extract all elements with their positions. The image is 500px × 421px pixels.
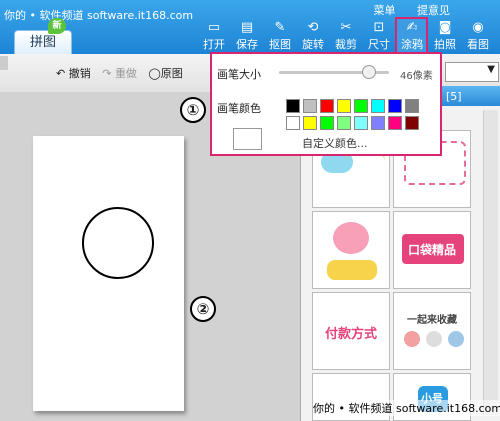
crop-icon: ✂ — [340, 20, 352, 35]
face-icon — [448, 331, 464, 347]
edit-actions: ↶ 撤销 ↷ 重做 ◯原图 — [56, 65, 191, 81]
face-icon — [426, 331, 442, 347]
category-select[interactable]: ▼ — [445, 62, 499, 82]
color-swatch[interactable] — [388, 99, 402, 113]
sticker-count: [5] — [446, 90, 462, 103]
redo-button[interactable]: ↷ 重做 — [102, 65, 137, 81]
undo-button[interactable]: ↶ 撤销 — [56, 65, 91, 81]
sticker-item[interactable]: 付款方式 — [312, 292, 390, 370]
color-swatch[interactable] — [354, 116, 368, 130]
save-button[interactable]: ▤ 保存 — [232, 20, 262, 52]
panel-handle[interactable] — [0, 56, 8, 70]
drawn-circle — [82, 207, 154, 279]
feedback-link[interactable]: 提意见 — [417, 4, 450, 17]
open-icon: ▭ — [207, 20, 221, 35]
original-button[interactable]: ◯原图 — [148, 65, 182, 81]
pig-face — [333, 222, 369, 254]
menu-link[interactable]: 菜单 — [374, 4, 396, 17]
color-swatch[interactable] — [371, 99, 385, 113]
color-swatch[interactable] — [337, 116, 351, 130]
color-preview — [233, 128, 262, 150]
camera-button[interactable]: ◙ 拍照 — [430, 20, 460, 52]
brush-size-label: 画笔大小 — [217, 68, 261, 81]
color-swatch[interactable] — [286, 99, 300, 113]
color-swatch[interactable] — [303, 116, 317, 130]
face-icon — [404, 331, 420, 347]
view-icon: ◉ — [472, 20, 484, 35]
color-swatch[interactable] — [388, 116, 402, 130]
redo-icon: ↷ — [102, 67, 112, 80]
resize-icon: ⊡ — [373, 20, 385, 35]
radio-icon: ◯ — [148, 67, 161, 80]
tab-collage[interactable]: 拼图 — [14, 30, 72, 55]
camera-icon: ◙ — [438, 20, 452, 35]
new-badge: 新 — [48, 18, 66, 34]
cutout-icon: ✎ — [274, 20, 286, 35]
sticker-scrollbar[interactable] — [483, 110, 498, 415]
resize-button[interactable]: ⊡ 尺寸 — [364, 20, 394, 52]
open-button[interactable]: ▭ 打开 — [199, 20, 229, 52]
marker-two: ② — [190, 296, 216, 322]
sticker-item[interactable]: 口袋精品 — [393, 211, 471, 289]
site-title: 你的 • 软件频道 software.it168.com — [4, 9, 194, 22]
brush-size-value: 46像素 — [400, 71, 433, 82]
color-swatch[interactable] — [405, 116, 419, 130]
chevron-down-icon: ▼ — [487, 64, 495, 75]
doodle-icon: ✍ — [406, 20, 418, 35]
color-swatch[interactable] — [405, 99, 419, 113]
color-swatch[interactable] — [337, 99, 351, 113]
save-icon: ▤ — [240, 20, 254, 35]
custom-color-button[interactable]: 自定义颜色... — [302, 135, 368, 151]
rotate-icon: ⟲ — [307, 20, 319, 35]
badge-shape — [327, 260, 377, 280]
top-links: 菜单 提意见 — [356, 2, 451, 18]
marker-one: ① — [180, 97, 206, 123]
view-button[interactable]: ◉ 看图 — [463, 20, 493, 52]
color-swatch[interactable] — [286, 116, 300, 130]
rotate-button[interactable]: ⟲ 旋转 — [298, 20, 328, 52]
undo-icon: ↶ — [56, 67, 66, 80]
color-swatch[interactable] — [354, 99, 368, 113]
watermark: 你的 • 软件频道 software.it168.com — [313, 400, 500, 416]
sticker-item[interactable]: 一起来收藏 — [393, 292, 471, 370]
color-swatch[interactable] — [320, 116, 334, 130]
color-swatch[interactable] — [320, 99, 334, 113]
cutout-button[interactable]: ✎ 抠图 — [265, 20, 295, 52]
brush-color-label: 画笔颜色 — [217, 102, 261, 115]
doodle-button[interactable]: ✍ 涂鸦 — [397, 20, 427, 52]
color-swatch[interactable] — [303, 99, 317, 113]
crop-button[interactable]: ✂ 裁剪 — [331, 20, 361, 52]
color-swatch[interactable] — [371, 116, 385, 130]
sticker-item[interactable] — [312, 211, 390, 289]
